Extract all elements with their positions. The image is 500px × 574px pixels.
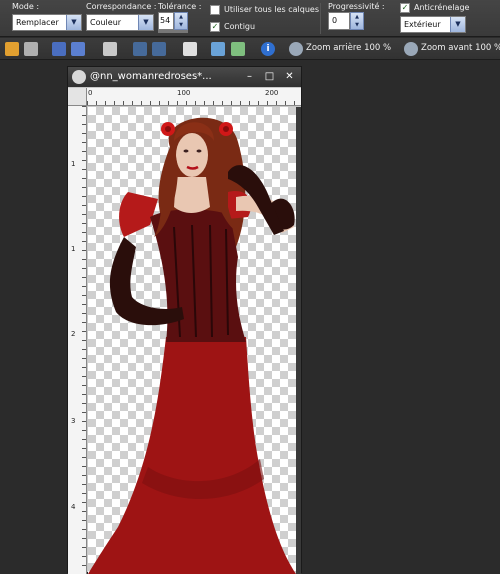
print-icon[interactable] xyxy=(103,42,117,56)
feather-label: Progressivité : xyxy=(328,2,385,11)
vertical-scrollbar[interactable] xyxy=(296,107,301,574)
ruler-label: 1 xyxy=(71,245,76,253)
document-window: @nn_womanredroses*... – □ ✕ 0 100 200 1 … xyxy=(67,66,302,574)
document-titlebar[interactable]: @nn_womanredroses*... – □ ✕ xyxy=(68,67,301,87)
antialias-checkbox[interactable]: ✓ xyxy=(400,3,410,13)
ruler-label: 3 xyxy=(71,417,76,425)
tolerance-input[interactable]: 54 xyxy=(158,12,174,30)
feather-input[interactable]: 0 xyxy=(328,12,350,30)
zoom-out-button[interactable]: Zoom arrière 100 % xyxy=(306,43,391,53)
mode-select-value: Remplacer xyxy=(16,18,59,27)
standard-toolbar: i Zoom arrière 100 % Zoom avant 100 % xyxy=(0,38,500,60)
separator xyxy=(320,3,321,34)
tolerance-label: Tolérance : xyxy=(158,2,202,11)
ruler-label: 0 xyxy=(88,89,93,97)
feather-spinner[interactable]: ▲ ▼ xyxy=(350,12,364,30)
antialias-select[interactable]: Extérieur ▼ xyxy=(400,16,466,33)
match-mode-select[interactable]: Couleur ▼ xyxy=(86,14,154,31)
contiguous-label: Contigu xyxy=(224,22,256,31)
contiguous-checkbox[interactable]: ✓ xyxy=(210,22,220,32)
document-icon xyxy=(72,70,86,84)
close-icon[interactable]: ✕ xyxy=(283,70,296,83)
adjust-icon[interactable] xyxy=(211,42,225,56)
minimize-icon[interactable]: – xyxy=(243,70,256,83)
ruler-label: 2 xyxy=(71,330,76,338)
browse-icon[interactable] xyxy=(5,42,19,56)
chevron-down-icon[interactable]: ▼ xyxy=(66,15,81,30)
mode-select[interactable]: Remplacer ▼ xyxy=(12,14,82,31)
tool-options-bar: Mode : Remplacer ▼ Correspondance : Coul… xyxy=(0,0,500,37)
new-layer-icon[interactable] xyxy=(183,42,197,56)
maximize-icon[interactable]: □ xyxy=(263,70,276,83)
save-as-icon[interactable] xyxy=(71,42,85,56)
ruler-label: 200 xyxy=(265,89,279,97)
use-all-layers-label: Utiliser tous les calques xyxy=(224,5,320,14)
tolerance-slider[interactable] xyxy=(158,30,188,33)
antialias-value: Extérieur xyxy=(404,20,441,29)
mode-label: Mode : xyxy=(12,2,40,11)
tolerance-spinner[interactable]: ▲ ▼ xyxy=(174,12,188,30)
document-title: @nn_womanredroses*... xyxy=(90,71,212,82)
use-all-layers-checkbox[interactable] xyxy=(210,5,220,15)
woman-in-red-dress-image xyxy=(88,117,296,574)
ruler-label: 4 xyxy=(71,503,76,511)
save-icon[interactable] xyxy=(52,42,66,56)
undo-icon[interactable] xyxy=(133,42,147,56)
tolerance-value: 54 xyxy=(160,16,171,25)
ruler-corner xyxy=(68,88,87,106)
antialias-label: Anticrénelage xyxy=(414,3,470,12)
chevron-down-icon[interactable]: ▼ xyxy=(138,15,153,30)
zoom-in-button[interactable]: Zoom avant 100 % xyxy=(421,43,500,53)
info-icon[interactable]: i xyxy=(261,42,275,56)
image-canvas[interactable] xyxy=(88,107,296,574)
zoom-out-icon[interactable] xyxy=(289,42,303,56)
vertical-ruler: 1 1 2 3 4 xyxy=(68,106,87,574)
open-icon[interactable] xyxy=(24,42,38,56)
horizontal-ruler: 0 100 200 xyxy=(87,88,301,106)
ruler-label: 100 xyxy=(177,89,191,97)
redo-icon[interactable] xyxy=(152,42,166,56)
match-mode-label: Correspondance : xyxy=(86,2,157,11)
feather-value: 0 xyxy=(332,16,338,25)
chevron-down-icon[interactable]: ▼ xyxy=(450,17,465,32)
ruler-label: 1 xyxy=(71,160,76,168)
match-mode-value: Couleur xyxy=(90,18,122,27)
effects-icon[interactable] xyxy=(231,42,245,56)
zoom-in-icon[interactable] xyxy=(404,42,418,56)
